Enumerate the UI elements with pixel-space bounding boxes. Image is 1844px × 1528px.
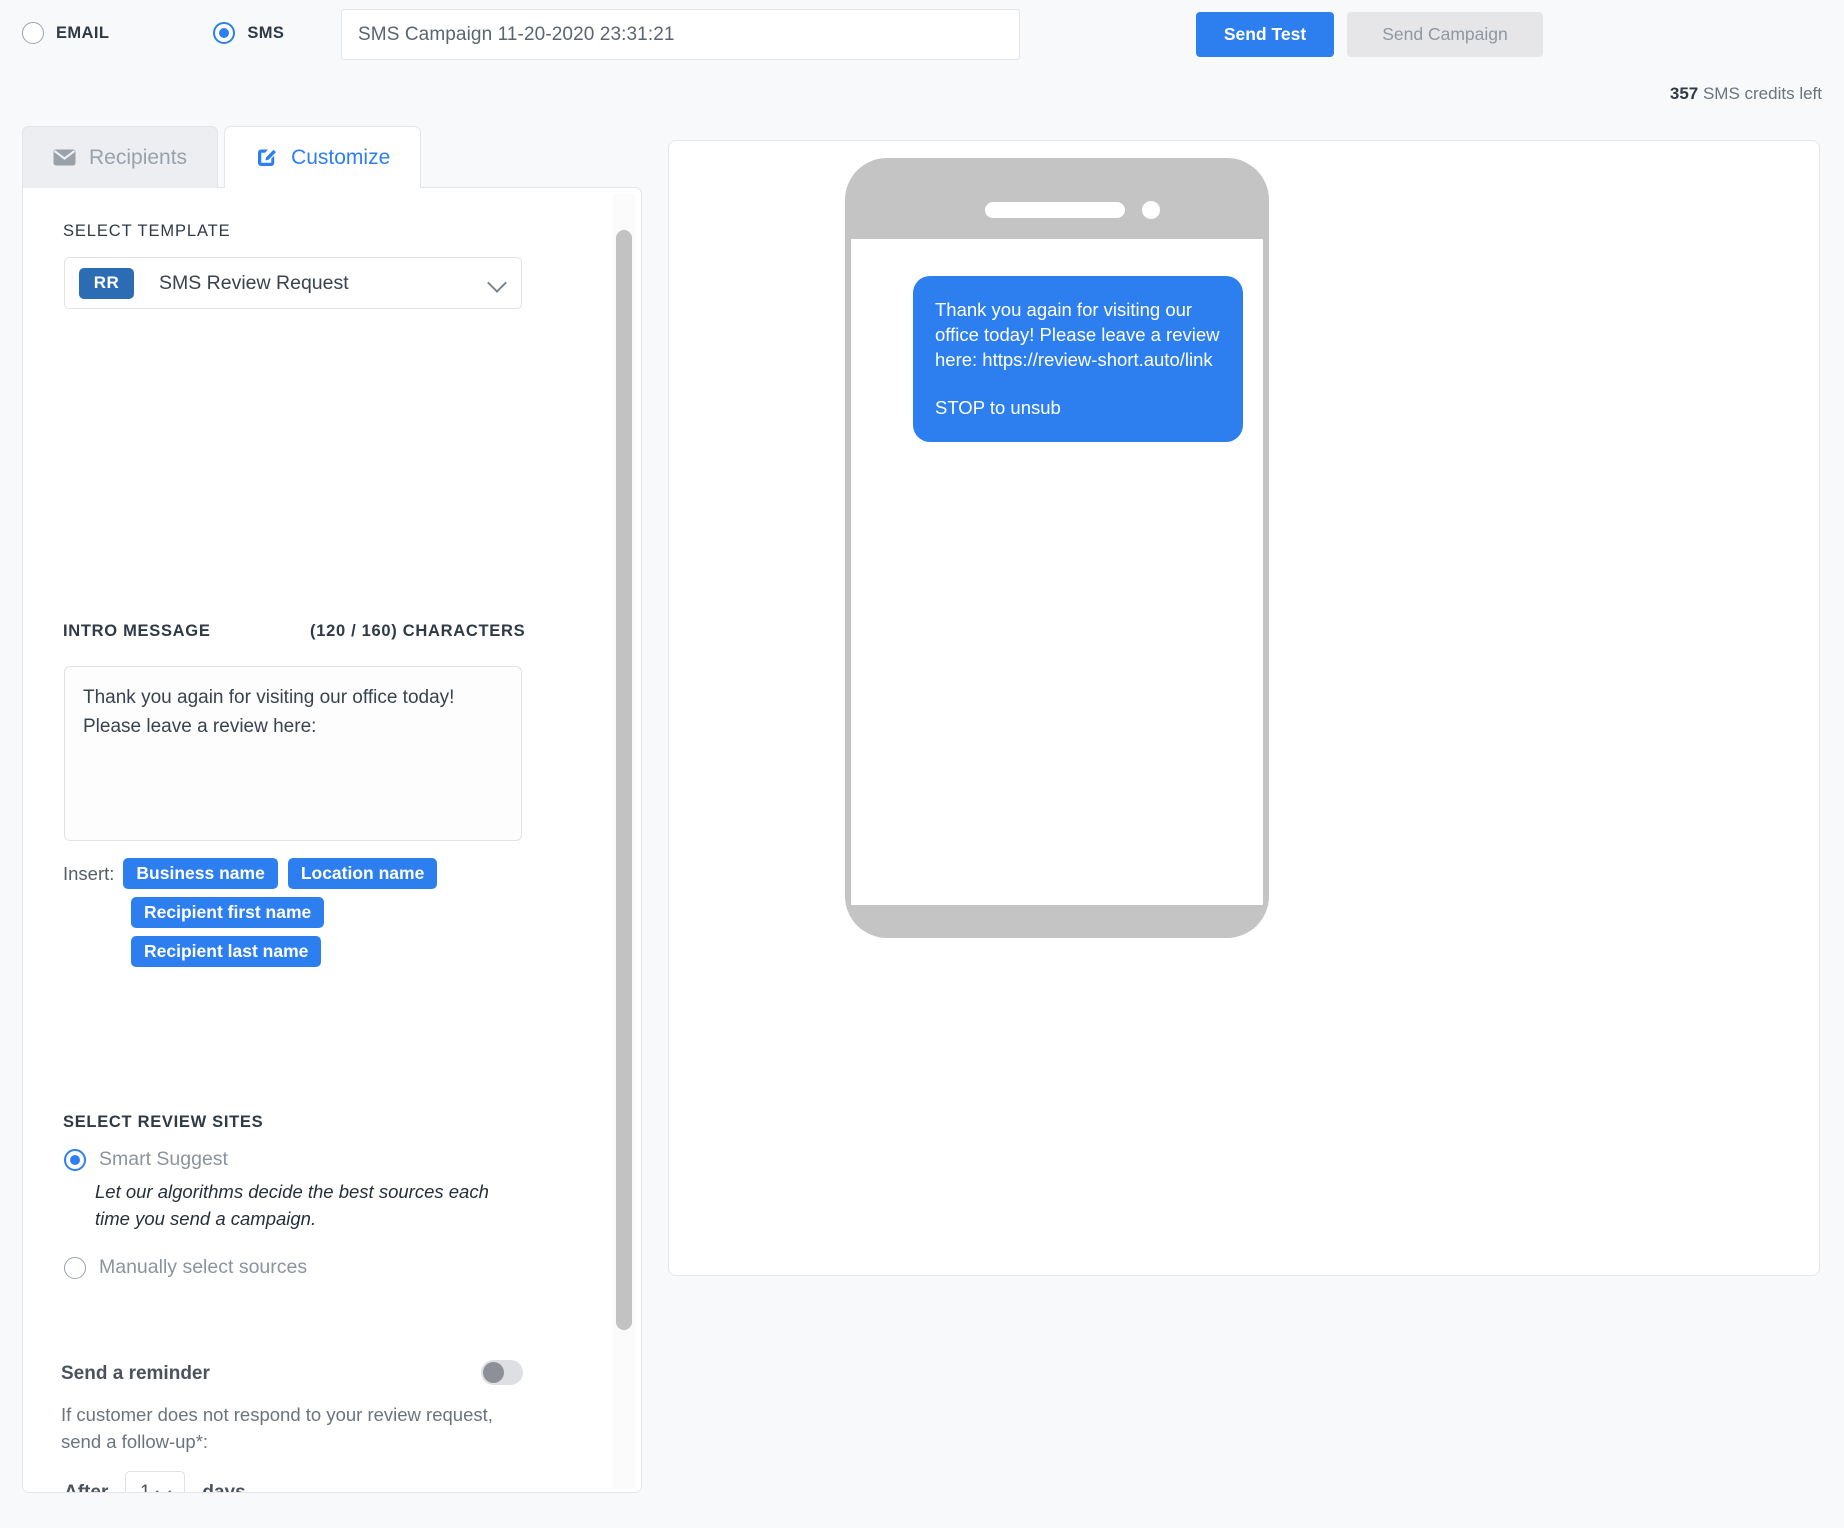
insert-token-location-name[interactable]: Location name [287, 858, 438, 889]
envelope-icon [53, 149, 76, 166]
smart-suggest-description: Let our algorithms decide the best sourc… [95, 1181, 489, 1229]
send-reminder-title: Send a reminder [61, 1363, 210, 1384]
days-label: days [202, 1481, 246, 1493]
channel-sms-label: SMS [247, 23, 285, 42]
review-option-smart-suggest[interactable]: Smart Suggest [64, 1148, 228, 1171]
tab-recipients-label: Recipients [89, 145, 188, 169]
sms-message-footer: STOP to unsub [935, 397, 1061, 418]
edit-square-icon [255, 146, 278, 169]
intro-message-textarea[interactable]: Thank you again for visiting our office … [64, 666, 522, 841]
campaign-name-input[interactable]: SMS Campaign 11-20-2020 23:31:21 [341, 9, 1020, 60]
sms-message-body: Thank you again for visiting our office … [935, 299, 1220, 370]
tab-customize[interactable]: Customize [224, 126, 422, 188]
top-toolbar: EMAIL SMS SMS Campaign 11-20-2020 23:31:… [0, 0, 1844, 103]
insert-label: Insert: [63, 862, 115, 884]
send-test-button[interactable]: Send Test [1196, 12, 1334, 57]
channel-email-label: EMAIL [56, 23, 110, 42]
select-template-label: SELECT TEMPLATE [63, 222, 231, 240]
insert-token-business-name[interactable]: Business name [123, 858, 278, 889]
send-reminder-toggle[interactable] [481, 1360, 523, 1385]
channel-radio-group: EMAIL SMS [22, 22, 284, 44]
tab-recipients[interactable]: Recipients [22, 126, 219, 188]
panel-scrollbar-thumb[interactable] [616, 230, 632, 1330]
sms-credits-count: 357 [1669, 84, 1699, 103]
editor-tabs: Recipients Customize [22, 126, 422, 188]
intro-message-label: INTRO MESSAGE [63, 622, 211, 640]
phone-screen: Thank you again for visiting our office … [851, 239, 1263, 905]
chevron-down-icon [158, 1486, 171, 1492]
radio-manual-select-icon[interactable] [64, 1256, 86, 1279]
phone-speaker-icon [985, 202, 1125, 218]
customize-panel: SELECT TEMPLATE RR SMS Review Request IN… [22, 187, 642, 1493]
phone-mockup: Thank you again for visiting our office … [845, 158, 1269, 938]
review-option-smart-suggest-label: Smart Suggest [99, 1148, 228, 1170]
review-option-manual-label: Manually select sources [99, 1256, 308, 1278]
phone-camera-icon [1142, 201, 1160, 219]
insert-token-recipient-first-name[interactable]: Recipient first name [131, 897, 325, 928]
reminder-days-value: 1 [140, 1481, 151, 1493]
reminder-delay-row: After 1 days [64, 1471, 246, 1493]
reminder-days-select[interactable]: 1 [125, 1471, 186, 1493]
tab-customize-label: Customize [291, 145, 391, 169]
radio-smart-suggest-icon[interactable] [64, 1148, 86, 1171]
customize-panel-scroll-content: SELECT TEMPLATE RR SMS Review Request IN… [23, 188, 623, 1492]
sms-credits-status: 357 SMS credits left [1670, 84, 1822, 104]
chevron-down-icon [489, 274, 507, 292]
radio-sms-icon[interactable] [213, 22, 236, 44]
template-select-dropdown[interactable]: RR SMS Review Request [64, 257, 522, 309]
send-campaign-button[interactable]: Send Campaign [1347, 12, 1543, 57]
sms-credits-label: SMS credits left [1698, 84, 1822, 103]
review-option-manual[interactable]: Manually select sources [64, 1256, 307, 1279]
send-reminder-description: If customer does not respond to your rev… [61, 1404, 493, 1452]
radio-email-icon[interactable] [22, 22, 44, 44]
template-name-value: SMS Review Request [159, 271, 349, 294]
insert-token-group: Insert: Business name Location name Reci… [63, 858, 533, 967]
channel-option-email[interactable]: EMAIL [22, 22, 109, 44]
channel-option-sms[interactable]: SMS [213, 22, 284, 44]
campaign-editor-page: EMAIL SMS SMS Campaign 11-20-2020 23:31:… [0, 0, 1844, 1528]
sms-message-bubble: Thank you again for visiting our office … [913, 276, 1243, 442]
sms-preview-panel: Thank you again for visiting our office … [668, 140, 1820, 1276]
toggle-knob [483, 1362, 504, 1383]
select-review-sites-label: SELECT REVIEW SITES [63, 1113, 264, 1131]
template-badge: RR [79, 267, 134, 299]
character-counter: (120 / 160) CHARACTERS [310, 622, 526, 640]
insert-token-recipient-last-name[interactable]: Recipient last name [131, 936, 322, 967]
after-label: After [64, 1481, 109, 1493]
